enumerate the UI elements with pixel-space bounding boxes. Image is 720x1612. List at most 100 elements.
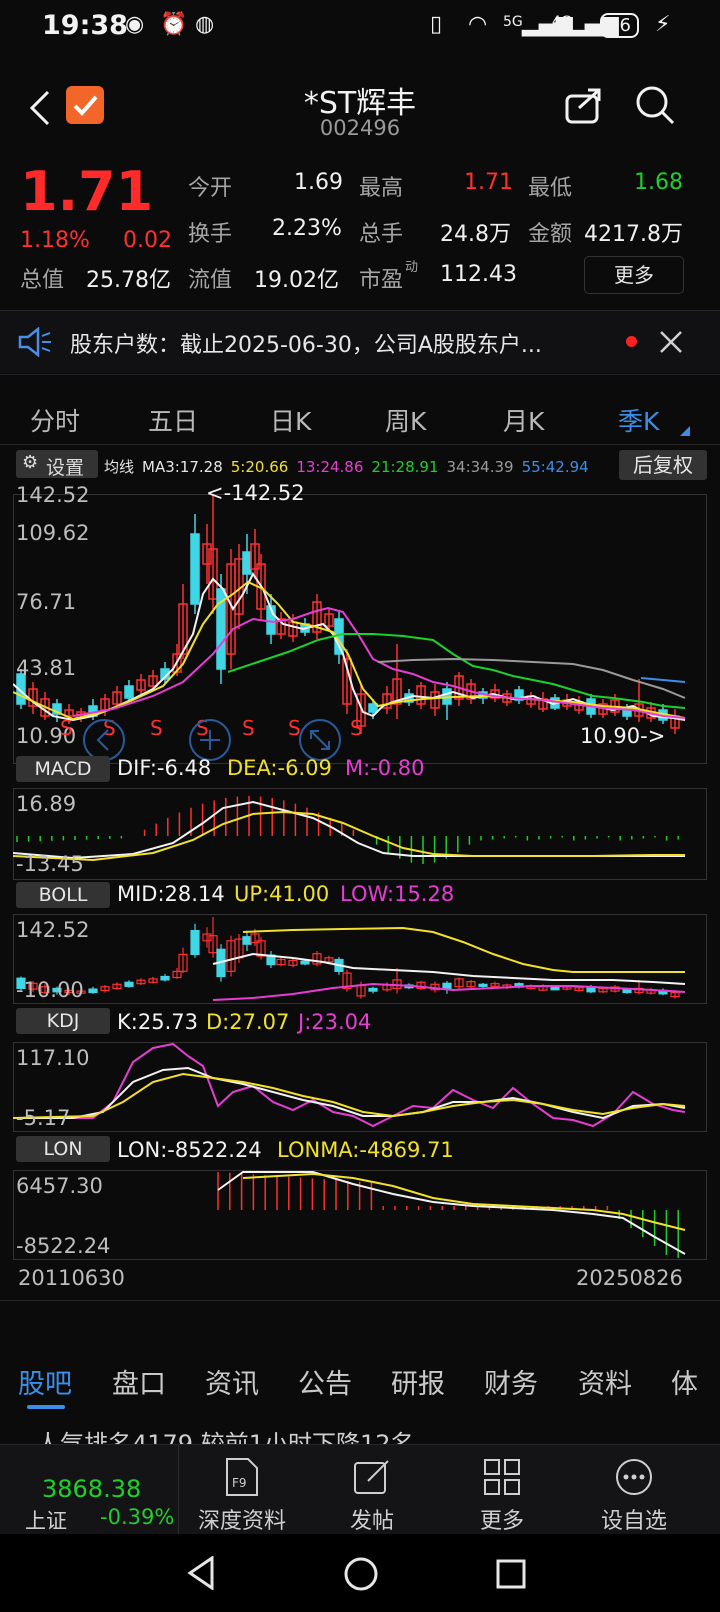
float-cap-value: 19.02亿 xyxy=(254,268,339,293)
audio-icon: ◍ xyxy=(195,12,215,37)
kdj-k: K:25.73 xyxy=(117,1010,198,1034)
sell-signal: S xyxy=(60,716,73,740)
boll-indicator-button[interactable]: BOLL xyxy=(16,882,110,908)
share-icon[interactable] xyxy=(564,86,604,126)
tab-monthly-k[interactable]: 月K xyxy=(503,402,544,438)
stock-code: 002496 xyxy=(319,116,401,140)
tab-dropdown-icon xyxy=(680,426,690,436)
turnover-label: 换手 xyxy=(188,222,233,247)
more-quote-button[interactable]: 更多 xyxy=(584,256,684,294)
chart-mark xyxy=(160,975,170,981)
tab-daily-k[interactable]: 日K xyxy=(270,402,311,438)
svg-text:F9: F9 xyxy=(232,1476,247,1490)
close-icon[interactable] xyxy=(658,329,684,355)
lonma-value: LONMA:-4869.71 xyxy=(277,1138,454,1162)
pe-dynamic-sup: 动 xyxy=(405,260,419,275)
nav-back-icon[interactable] xyxy=(186,1556,216,1590)
chart-mark xyxy=(622,989,632,994)
notice-text: 股东户数：截止2025-06-30，公司A股股东户... xyxy=(70,333,542,358)
last-price: 1.71 xyxy=(20,160,154,223)
chart-mark xyxy=(300,960,310,965)
market-cap-label: 总值 xyxy=(20,268,65,293)
watchlist-label: 设自选 xyxy=(600,1509,667,1534)
tab-research[interactable]: 研报 xyxy=(391,1362,445,1401)
tab-guba[interactable]: 股吧 xyxy=(18,1362,72,1401)
post-label: 发帖 xyxy=(349,1509,394,1534)
float-cap-label: 流值 xyxy=(188,268,233,293)
ma55-value: 55:42.94 xyxy=(521,457,589,476)
lon-y-bottom: -8522.24 xyxy=(16,1234,111,1258)
wifi-icon: ◠ xyxy=(468,12,488,37)
macd-dif: DIF:-6.48 xyxy=(117,756,212,780)
tab-announcements[interactable]: 公告 xyxy=(298,1362,352,1401)
eye-icon: ◉ xyxy=(125,12,145,37)
tab-five-day[interactable]: 五日 xyxy=(148,402,198,438)
macd-y-bottom: -13.45 xyxy=(16,852,84,876)
kdj-y-bottom: -5.17 xyxy=(16,1106,71,1130)
chart-mark xyxy=(442,982,452,990)
lon-chart xyxy=(217,1171,686,1258)
tab-more-truncated[interactable]: 体 xyxy=(671,1362,698,1401)
f9-document-icon: F9 xyxy=(226,1458,258,1496)
boll-mid: MID:28.14 xyxy=(117,882,225,906)
more-button[interactable]: 更多 xyxy=(452,1457,552,1535)
max-price-label: <-142.52 xyxy=(206,481,305,505)
tab-news[interactable]: 资讯 xyxy=(205,1362,259,1401)
search-icon[interactable] xyxy=(634,84,676,126)
boll-y-top: 142.52 xyxy=(16,918,90,942)
boll-low: LOW:15.28 xyxy=(340,882,455,906)
kdj-d: D:27.07 xyxy=(206,1010,290,1034)
boll-y-bottom: -10.00 xyxy=(16,978,84,1002)
tab-intraday[interactable]: 分时 xyxy=(30,402,80,438)
chart-mark xyxy=(368,987,378,992)
divider xyxy=(0,1300,720,1301)
chart-settings-button[interactable]: ⚙ 设置 xyxy=(16,450,98,479)
x-axis-end: 20250826 xyxy=(576,1266,683,1290)
chart-mark xyxy=(190,533,200,605)
ma-legend: 均线 MA3:17.28 5:20.66 13:24.86 21:28.91 3… xyxy=(104,456,589,477)
ma21-value: 21:28.91 xyxy=(371,457,439,476)
macd-indicator-button[interactable]: MACD xyxy=(16,756,110,782)
f9-deep-data-button[interactable]: F9 深度资料 xyxy=(190,1457,294,1535)
signal-row: S S S S S S S xyxy=(0,716,720,761)
y-tick: 109.62 xyxy=(16,521,90,545)
more-dots-icon xyxy=(616,1459,652,1495)
tab-weekly-k[interactable]: 周K xyxy=(385,402,426,438)
tab-pankou[interactable]: 盘口 xyxy=(112,1362,166,1401)
ma3-value: MA3:17.28 xyxy=(142,457,223,476)
boll-chart xyxy=(16,917,686,1001)
notice-bar[interactable]: 股东户数：截止2025-06-30，公司A股股东户... xyxy=(0,311,720,373)
more-label: 更多 xyxy=(479,1509,524,1534)
x-axis-start: 20110630 xyxy=(18,1266,125,1290)
post-button[interactable]: 发帖 xyxy=(322,1457,422,1535)
sell-signal: S xyxy=(350,716,363,740)
kdj-indicator-button[interactable]: KDJ xyxy=(16,1008,110,1034)
y-tick: 43.81 xyxy=(16,656,77,680)
index-ticker[interactable]: 3868.38 上证 -0.39% xyxy=(0,1445,179,1535)
nav-home-icon[interactable] xyxy=(343,1556,379,1592)
tab-profile[interactable]: 资料 xyxy=(578,1362,632,1401)
nav-recents-icon[interactable] xyxy=(495,1558,527,1590)
boll-up: UP:41.00 xyxy=(234,882,330,906)
lon-indicator-button[interactable]: LON xyxy=(16,1136,110,1162)
turnover-value: 2.23% xyxy=(272,216,342,241)
chart-mark xyxy=(242,551,252,575)
divider xyxy=(0,444,720,445)
chart-mark xyxy=(478,983,488,987)
stock-header: *ST辉丰 002496 xyxy=(0,72,720,152)
system-nav-bar xyxy=(0,1534,720,1612)
kdj-j: J:23.04 xyxy=(298,1010,372,1034)
low-label: 最低 xyxy=(528,176,573,201)
battery-icon: 96 xyxy=(600,13,639,38)
f9-label: 深度资料 xyxy=(197,1509,286,1534)
tab-finance[interactable]: 财务 xyxy=(484,1362,538,1401)
amount-label: 金额 xyxy=(528,222,573,247)
tab-quarterly-k[interactable]: 季K xyxy=(618,402,659,438)
status-bar: 19:38 ◉ ⏰ ◍ ▯ ◠ 5G ▂▄▆ 4G ▂▄▆ 96 ⚡ xyxy=(0,0,720,52)
kdj-chart xyxy=(13,1042,686,1128)
high-label: 最高 xyxy=(359,176,404,201)
amount-value: 4217.8万 xyxy=(584,222,683,247)
adjust-button[interactable]: 后复权 xyxy=(619,450,707,480)
active-tab-indicator xyxy=(27,1405,65,1409)
add-watchlist-button[interactable]: 设自选 xyxy=(584,1457,684,1535)
